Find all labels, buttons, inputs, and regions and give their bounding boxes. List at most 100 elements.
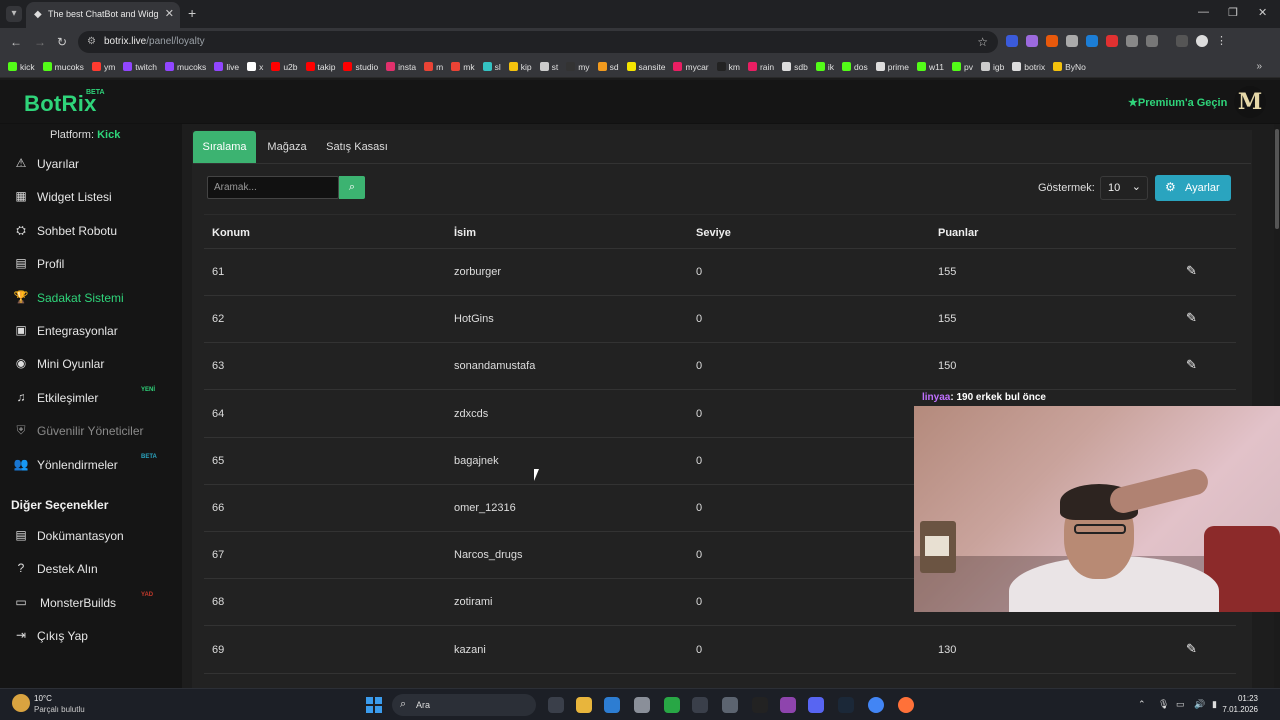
bookmark-item[interactable]: w11 xyxy=(917,62,944,72)
browser-tab[interactable]: ◆ The best ChatBot and Widgets ✕ xyxy=(26,2,180,28)
sidebar-item-document[interactable]: ▤ Dokümantasyon xyxy=(0,523,182,549)
site-info-icon[interactable]: ⚙ xyxy=(87,36,96,47)
sidebar-item-music[interactable]: ♫ Etkileşimler YENİ xyxy=(0,385,182,411)
bookmark-item[interactable]: mk xyxy=(451,62,475,72)
extension-icon[interactable] xyxy=(1106,35,1118,47)
extension-icon[interactable] xyxy=(1006,35,1018,47)
bookmark-item[interactable]: prime xyxy=(875,62,909,72)
minimize-icon[interactable]: — xyxy=(1198,6,1209,18)
app-icon[interactable] xyxy=(780,697,796,713)
firefox-icon[interactable] xyxy=(898,697,914,713)
restore-icon[interactable]: ❐ xyxy=(1228,6,1238,19)
bookmark-item[interactable]: m xyxy=(424,62,443,72)
bookmark-item[interactable]: dos xyxy=(842,62,868,72)
microphone-icon[interactable]: 🎙 xyxy=(1158,699,1169,710)
edit-icon[interactable]: ✎ xyxy=(1186,310,1197,326)
show-count-select[interactable]: 10 ⌄ xyxy=(1100,176,1148,200)
bookmark-item[interactable]: u2b xyxy=(271,62,298,72)
scrollbar-thumb[interactable] xyxy=(1275,129,1279,229)
bookmark-item[interactable]: studio xyxy=(343,62,378,72)
tab-ranking[interactable]: Sıralama xyxy=(193,131,256,163)
clock-date[interactable]: 7.01.2026 xyxy=(1216,705,1258,714)
extensions-puzzle-icon[interactable] xyxy=(1146,35,1158,47)
bookmark-item[interactable]: twitch xyxy=(123,62,157,72)
clock-time[interactable]: 01:23 xyxy=(1230,694,1258,703)
browser-menu-icon[interactable]: ⋮ xyxy=(1216,35,1228,47)
bookmark-item[interactable]: ByNo xyxy=(1053,62,1086,72)
edit-icon[interactable]: ✎ xyxy=(1186,357,1197,373)
weather-icon[interactable] xyxy=(12,694,30,712)
bookmark-item[interactable]: takip xyxy=(305,62,335,72)
bookmark-item[interactable]: mucoks xyxy=(165,62,206,72)
bookmarks-overflow-icon[interactable]: » xyxy=(1256,61,1262,72)
window-close-icon[interactable]: ✕ xyxy=(1258,6,1267,19)
bookmark-item[interactable]: kick xyxy=(8,62,35,72)
sidebar-item-plug[interactable]: ▣ Entegrasyonlar xyxy=(0,318,182,344)
bookmark-item[interactable]: ik xyxy=(815,62,834,72)
discord-icon[interactable] xyxy=(808,697,824,713)
profile-icon[interactable] xyxy=(1196,35,1208,47)
bookmark-item[interactable]: mycar xyxy=(673,62,709,72)
column-level[interactable]: Seviye xyxy=(696,227,731,239)
bookmark-item[interactable]: my xyxy=(566,62,590,72)
bookmark-item[interactable]: insta xyxy=(386,62,416,72)
url-input[interactable]: ⚙ botrix.live/panel/loyalty ☆ xyxy=(78,31,998,53)
volume-icon[interactable]: 🔊 xyxy=(1194,699,1205,710)
extension-icon[interactable] xyxy=(1026,35,1038,47)
sidebar-item-users[interactable]: 👥 Yönlendirmeler BETA xyxy=(0,452,182,478)
tab-close-icon[interactable]: ✕ xyxy=(165,7,174,20)
bookmark-item[interactable]: igb xyxy=(980,62,1004,72)
bookmark-item[interactable]: sdb xyxy=(782,62,808,72)
sidebar-item-robot[interactable]: ⛭ Sohbet Robotu xyxy=(0,218,182,244)
edit-icon[interactable]: ✎ xyxy=(1186,263,1197,279)
tray-chevron-icon[interactable]: ⌃ xyxy=(1138,699,1146,710)
extension-icon[interactable] xyxy=(1086,35,1098,47)
bookmark-item[interactable]: botrix xyxy=(1012,62,1045,72)
column-points[interactable]: Puanlar xyxy=(938,227,978,239)
tab-search-button[interactable]: ▾ xyxy=(6,6,22,22)
obs-app-icon[interactable] xyxy=(692,697,708,713)
column-position[interactable]: Konum xyxy=(212,227,250,239)
task-view-icon[interactable] xyxy=(548,697,564,713)
search-input[interactable] xyxy=(207,176,339,199)
tab-sales-register[interactable]: Satış Kasası xyxy=(319,131,395,163)
store-icon[interactable] xyxy=(604,697,620,713)
app-icon[interactable] xyxy=(722,697,738,713)
edit-icon[interactable]: ✎ xyxy=(1186,641,1197,657)
forward-icon[interactable]: → xyxy=(34,35,46,49)
extension-icon[interactable] xyxy=(1066,35,1078,47)
bookmark-item[interactable]: live xyxy=(214,62,239,72)
steam-icon[interactable] xyxy=(838,697,854,713)
bookmark-item[interactable]: km xyxy=(716,62,740,72)
bookmark-item[interactable]: sansite xyxy=(626,62,665,72)
file-explorer-icon[interactable] xyxy=(576,697,592,713)
back-icon[interactable]: ← xyxy=(10,35,22,49)
bookmark-item[interactable]: pv xyxy=(951,62,973,72)
bookmark-item[interactable]: x xyxy=(247,62,263,72)
sidebar-item-trophy[interactable]: 🏆 Sadakat Sistemi xyxy=(0,285,182,311)
bookmark-item[interactable]: rain xyxy=(747,62,774,72)
reload-icon[interactable]: ↻ xyxy=(57,35,67,49)
sidebar-item-help[interactable]: ? Destek Alın xyxy=(0,556,182,582)
bookmark-item[interactable]: kip xyxy=(508,62,532,72)
bookmark-item[interactable]: sd xyxy=(597,62,619,72)
media-control-icon[interactable] xyxy=(1176,35,1188,47)
sidebar-item-grid[interactable]: ▦ Widget Listesi xyxy=(0,184,182,210)
sidebar-item-warning[interactable]: ⚠ Uyarılar xyxy=(0,151,182,177)
headset-app-icon[interactable] xyxy=(664,697,680,713)
start-button[interactable] xyxy=(366,697,382,713)
extension-icon[interactable] xyxy=(1126,35,1138,47)
settings-app-icon[interactable] xyxy=(634,697,650,713)
bookmark-item[interactable]: sl xyxy=(482,62,501,72)
taskbar-search[interactable]: ⌕ Ara xyxy=(392,694,536,716)
sidebar-item-laptop[interactable]: ▭ MonsterBuilds YAD xyxy=(0,590,182,616)
sidebar-item-id-card[interactable]: ▤ Profil xyxy=(0,251,182,277)
premium-link[interactable]: ★Premium'a Geçin xyxy=(1128,96,1227,109)
column-name[interactable]: İsim xyxy=(454,227,476,239)
search-button[interactable]: ⌕ xyxy=(339,176,365,199)
settings-button[interactable]: ⚙ Ayarlar xyxy=(1155,175,1231,201)
sidebar-item-logout[interactable]: ⇥ Çıkış Yap xyxy=(0,623,182,649)
network-icon[interactable]: ▭ xyxy=(1176,699,1185,710)
bookmark-star-icon[interactable]: ☆ xyxy=(977,35,988,49)
chrome-icon[interactable] xyxy=(868,697,884,713)
